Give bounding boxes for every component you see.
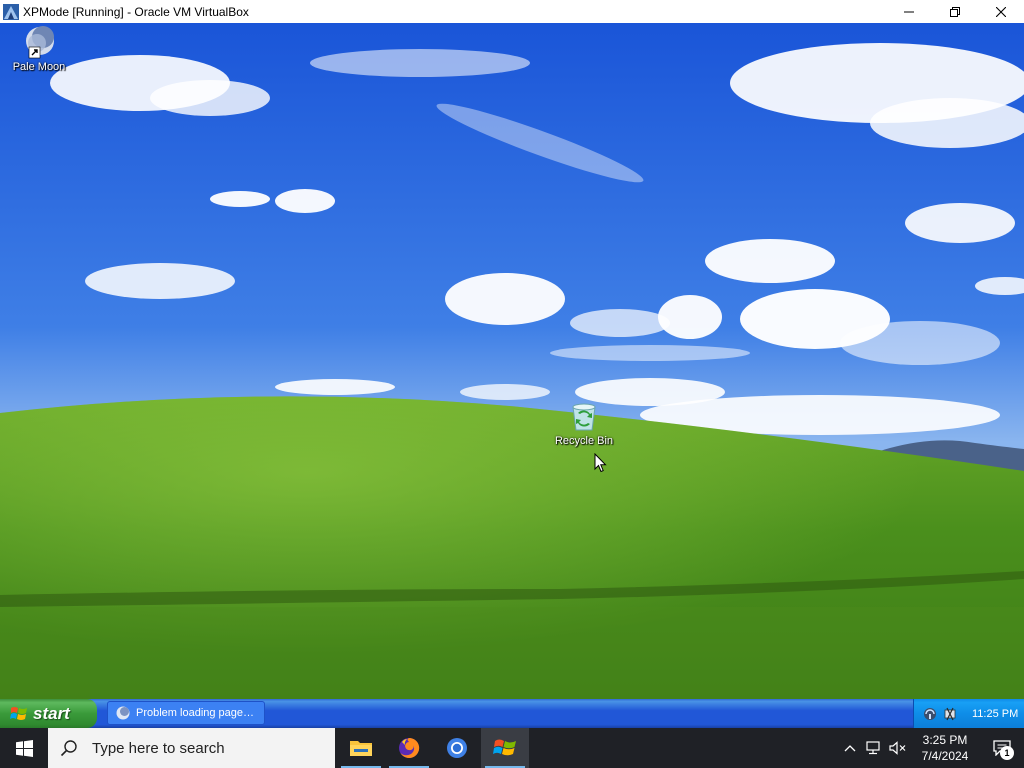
taskbar-pin-file-explorer[interactable] [337, 728, 385, 768]
search-icon [60, 740, 77, 757]
maximize-button[interactable] [932, 0, 978, 23]
search-placeholder: Type here to search [92, 739, 225, 757]
bliss-wallpaper [0, 23, 1024, 699]
notification-count-badge: 1 [1000, 746, 1014, 760]
close-button[interactable] [978, 0, 1024, 23]
taskbar-pin-chrome[interactable] [433, 728, 481, 768]
host-clock-date: 7/4/2024 [921, 749, 969, 763]
volume-muted-icon [889, 741, 906, 755]
chevron-up-icon [844, 745, 856, 752]
xp-taskbar-item-label: Problem loading page… [136, 707, 255, 719]
desktop-icon-label: Recycle Bin [554, 435, 614, 447]
safely-remove-icon[interactable] [942, 706, 958, 722]
desktop-icon-label: Pale Moon [12, 61, 66, 73]
host-clock-time: 3:25 PM [922, 733, 968, 747]
action-center-button[interactable]: 1 [980, 728, 1024, 768]
close-icon [996, 6, 1006, 17]
pale-moon-icon [26, 26, 54, 59]
taskbar-pin-virtualbox-xp[interactable] [481, 728, 529, 768]
pale-moon-icon [116, 706, 130, 720]
windows-start-button[interactable] [0, 728, 48, 768]
network-icon[interactable] [922, 706, 938, 722]
minimize-button[interactable] [886, 0, 932, 23]
taskbar-search-box[interactable]: Type here to search [48, 728, 335, 768]
host-window-title: XPMode [Running] - Oracle VM VirtualBox [23, 4, 249, 19]
volume-tray-button[interactable] [886, 728, 910, 768]
chrome-icon [447, 738, 467, 758]
desktop-icon-recycle-bin[interactable]: Recycle Bin [546, 401, 622, 447]
desktop-icon-pale-moon[interactable]: Pale Moon [1, 25, 77, 73]
xp-system-tray: 11:25 PM [913, 699, 1024, 728]
windows-xp-logo-icon [10, 706, 27, 720]
firefox-icon [399, 737, 420, 758]
host-system-tray: 3:25 PM 7/4/2024 1 [838, 728, 1024, 768]
xp-taskbar: start Problem loading page… 11:25 PM [0, 699, 1024, 728]
network-tray-button[interactable] [862, 728, 886, 768]
xp-start-button[interactable]: start [0, 699, 97, 728]
guest-screen[interactable]: Pale Moon Recycle Bin start Problem load… [0, 23, 1024, 728]
windows-logo-icon [15, 739, 33, 757]
xp-start-label: start [33, 703, 70, 723]
recycle-bin-icon [572, 403, 596, 431]
host-clock[interactable]: 3:25 PM 7/4/2024 [910, 732, 980, 764]
host-title-bar: XPMode [Running] - Oracle VM VirtualBox [0, 0, 1024, 23]
xp-taskbar-item[interactable]: Problem loading page… [107, 701, 265, 725]
host-taskbar: Type here to search 3:25 PM 7/4/2024 1 [0, 728, 1024, 768]
screen: XPMode [Running] - Oracle VM VirtualBox [0, 0, 1024, 768]
restore-icon [950, 6, 960, 17]
file-explorer-icon [350, 741, 372, 756]
xp-clock: 11:25 PM [972, 707, 1019, 720]
taskbar-pin-firefox[interactable] [385, 728, 433, 768]
mouse-cursor-icon [594, 453, 607, 473]
minimize-icon [904, 11, 914, 12]
windows-xp-logo-icon [493, 739, 516, 756]
virtualbox-app-icon [3, 3, 19, 20]
network-icon [866, 741, 880, 755]
show-hidden-icons-button[interactable] [838, 728, 862, 768]
